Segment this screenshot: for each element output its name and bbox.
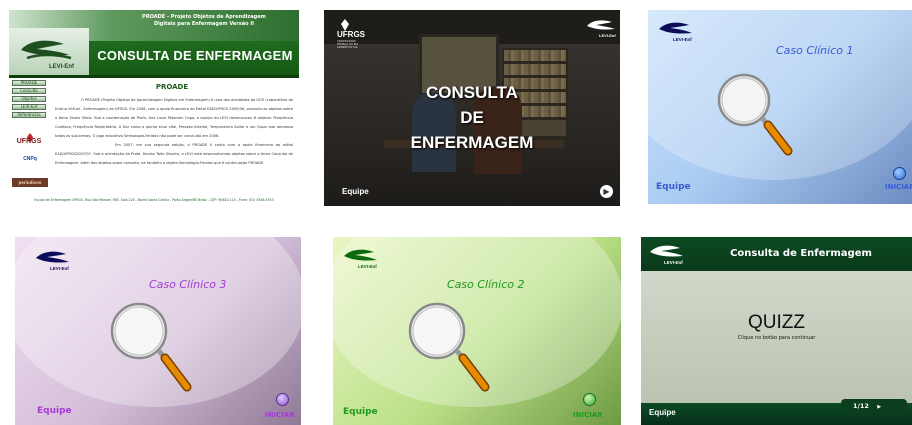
case-title: Caso Clínico 3 [149,278,227,291]
paragraph-2: Em 2007, em sua segunda edição, o PROADE… [55,143,293,165]
start-button-icon[interactable] [893,167,906,180]
levi-logo: LEVI-Enf [33,247,73,277]
sponsor-ufrgs[interactable]: UFRGS [11,138,47,145]
header-line-1: PROADE - Projeto Objetos de Aprendizagem [142,14,266,20]
svg-text:LEVI-Enf: LEVI-Enf [50,266,69,271]
levi-logo: LEVI-Enf [647,241,687,271]
svg-text:LEVI-Enf: LEVI-Enf [673,37,692,42]
video-title: CONSULTA DE ENFERMAGEM [394,80,550,155]
magnifier-icon [407,299,497,403]
case-clinico-3-panel: LEVI-Enf Caso Clínico 3 Equipe INICIAR [15,237,301,425]
equipe-link[interactable]: Equipe [649,408,676,417]
svg-text:LEVI-Enf: LEVI-Enf [664,260,683,265]
side-menu: PROADE Consulta Objetos LEVI-Enf Referên… [12,80,46,120]
iniciar-label[interactable]: INICIAR [265,411,295,419]
magnifier-icon [716,68,796,172]
levi-hand-logo-icon: LEVI-Enf [36,251,69,271]
header-subtitle: PROADE - Projeto Objetos de Aprendizagem… [129,14,279,28]
sponsor-periodicos[interactable]: periodicos [12,178,48,187]
section-title: PROADE [155,83,189,91]
levi-hand-logo-icon: LEVI-Enf [21,40,75,70]
levi-logo: LEVI-Enf [584,16,618,44]
start-button-icon[interactable] [276,393,289,406]
levi-logo: LEVI-Enf [341,245,381,275]
sponsor-cnpq[interactable]: CNPq [15,156,45,162]
menu-item-objetos[interactable]: Objetos [12,96,46,102]
section-body: O PROADE (Projeto Objetos de Aprendizage… [55,96,293,168]
quiz-panel: LEVI-Enf Consulta de Enfermagem QUIZZ Cl… [641,237,912,425]
ufrgs-sublabel: UNIVERSIDADE FEDERAL DO RIO GRANDE DO SU… [337,40,359,49]
iniciar-label[interactable]: INICIAR [573,411,603,419]
ufrgs-label: UFRGS [337,30,365,39]
levi-hand-logo-icon: LEVI-Enf [650,245,683,265]
equipe-link[interactable]: Equipe [343,407,378,417]
equipe-link[interactable]: Equipe [342,187,369,196]
video-title-line-2: DE [460,108,484,127]
page-number: 1/12 [853,402,869,410]
menu-item-referencias[interactable]: Referências [12,112,46,118]
case-clinico-1-panel: LEVI-Enf Caso Clínico 1 Equipe INICIAR [648,10,912,204]
quiz-title: Consulta de Enfermagem [730,248,872,259]
iniciar-label[interactable]: INICIAR [885,183,912,191]
levi-hand-logo-icon: LEVI-Enf [344,249,377,269]
proade-website-panel: LEVI-Enf PROADE - Projeto Objetos de Apr… [9,10,299,206]
quiz-heading: QUIZZ [748,312,805,333]
page-counter: 1/12 ▶ [853,402,881,410]
levi-logo: LEVI-Enf [656,18,696,48]
start-button-icon[interactable] [583,393,596,406]
menu-item-levi-enf[interactable]: LEVI-Enf [12,104,46,110]
quiz-instruction: Clique no botão para continuar [737,335,816,341]
video-title-line-1: CONSULTA [426,83,518,102]
site-footer: Escola de Enfermagem UFRGS. Rua São Mano… [34,198,274,202]
header-divider [9,75,299,78]
intro-video-panel: UFRGS UNIVERSIDADE FEDERAL DO RIO GRANDE… [324,10,620,206]
case-title: Caso Clínico 2 [447,278,525,291]
levi-logo-text: LEVI-Enf [49,64,75,70]
equipe-link[interactable]: Equipe [656,182,691,192]
ufrgs-crest-icon [23,128,37,143]
next-arrow-icon[interactable]: ▶ [877,404,881,410]
next-arrow-icon[interactable]: ▶ [600,185,613,198]
magnifier-icon [109,299,199,403]
equipe-link[interactable]: Equipe [37,406,72,416]
levi-logo[interactable]: LEVI-Enf [9,28,89,75]
header-line-2: Digitais para Enfermagem Versão II [153,21,255,27]
svg-text:LEVI-Enf: LEVI-Enf [358,264,377,269]
paragraph-1: O PROADE (Projeto Objetos de Aprendizage… [55,98,293,138]
svg-text:LEVI-Enf: LEVI-Enf [599,33,616,38]
menu-item-consulta[interactable]: Consulta [12,88,46,94]
site-title: CONSULTA DE ENFERMAGEM [97,48,293,63]
menu-item-proade[interactable]: PROADE [12,80,46,86]
case-title: Caso Clínico 1 [776,44,854,57]
case-clinico-2-panel: LEVI-Enf Caso Clínico 2 Equipe INICIAR [333,237,621,425]
levi-hand-logo-icon: LEVI-Enf [659,22,692,42]
video-title-line-3: ENFERMAGEM [410,133,534,152]
levi-hand-logo-icon: LEVI-Enf [587,20,616,38]
